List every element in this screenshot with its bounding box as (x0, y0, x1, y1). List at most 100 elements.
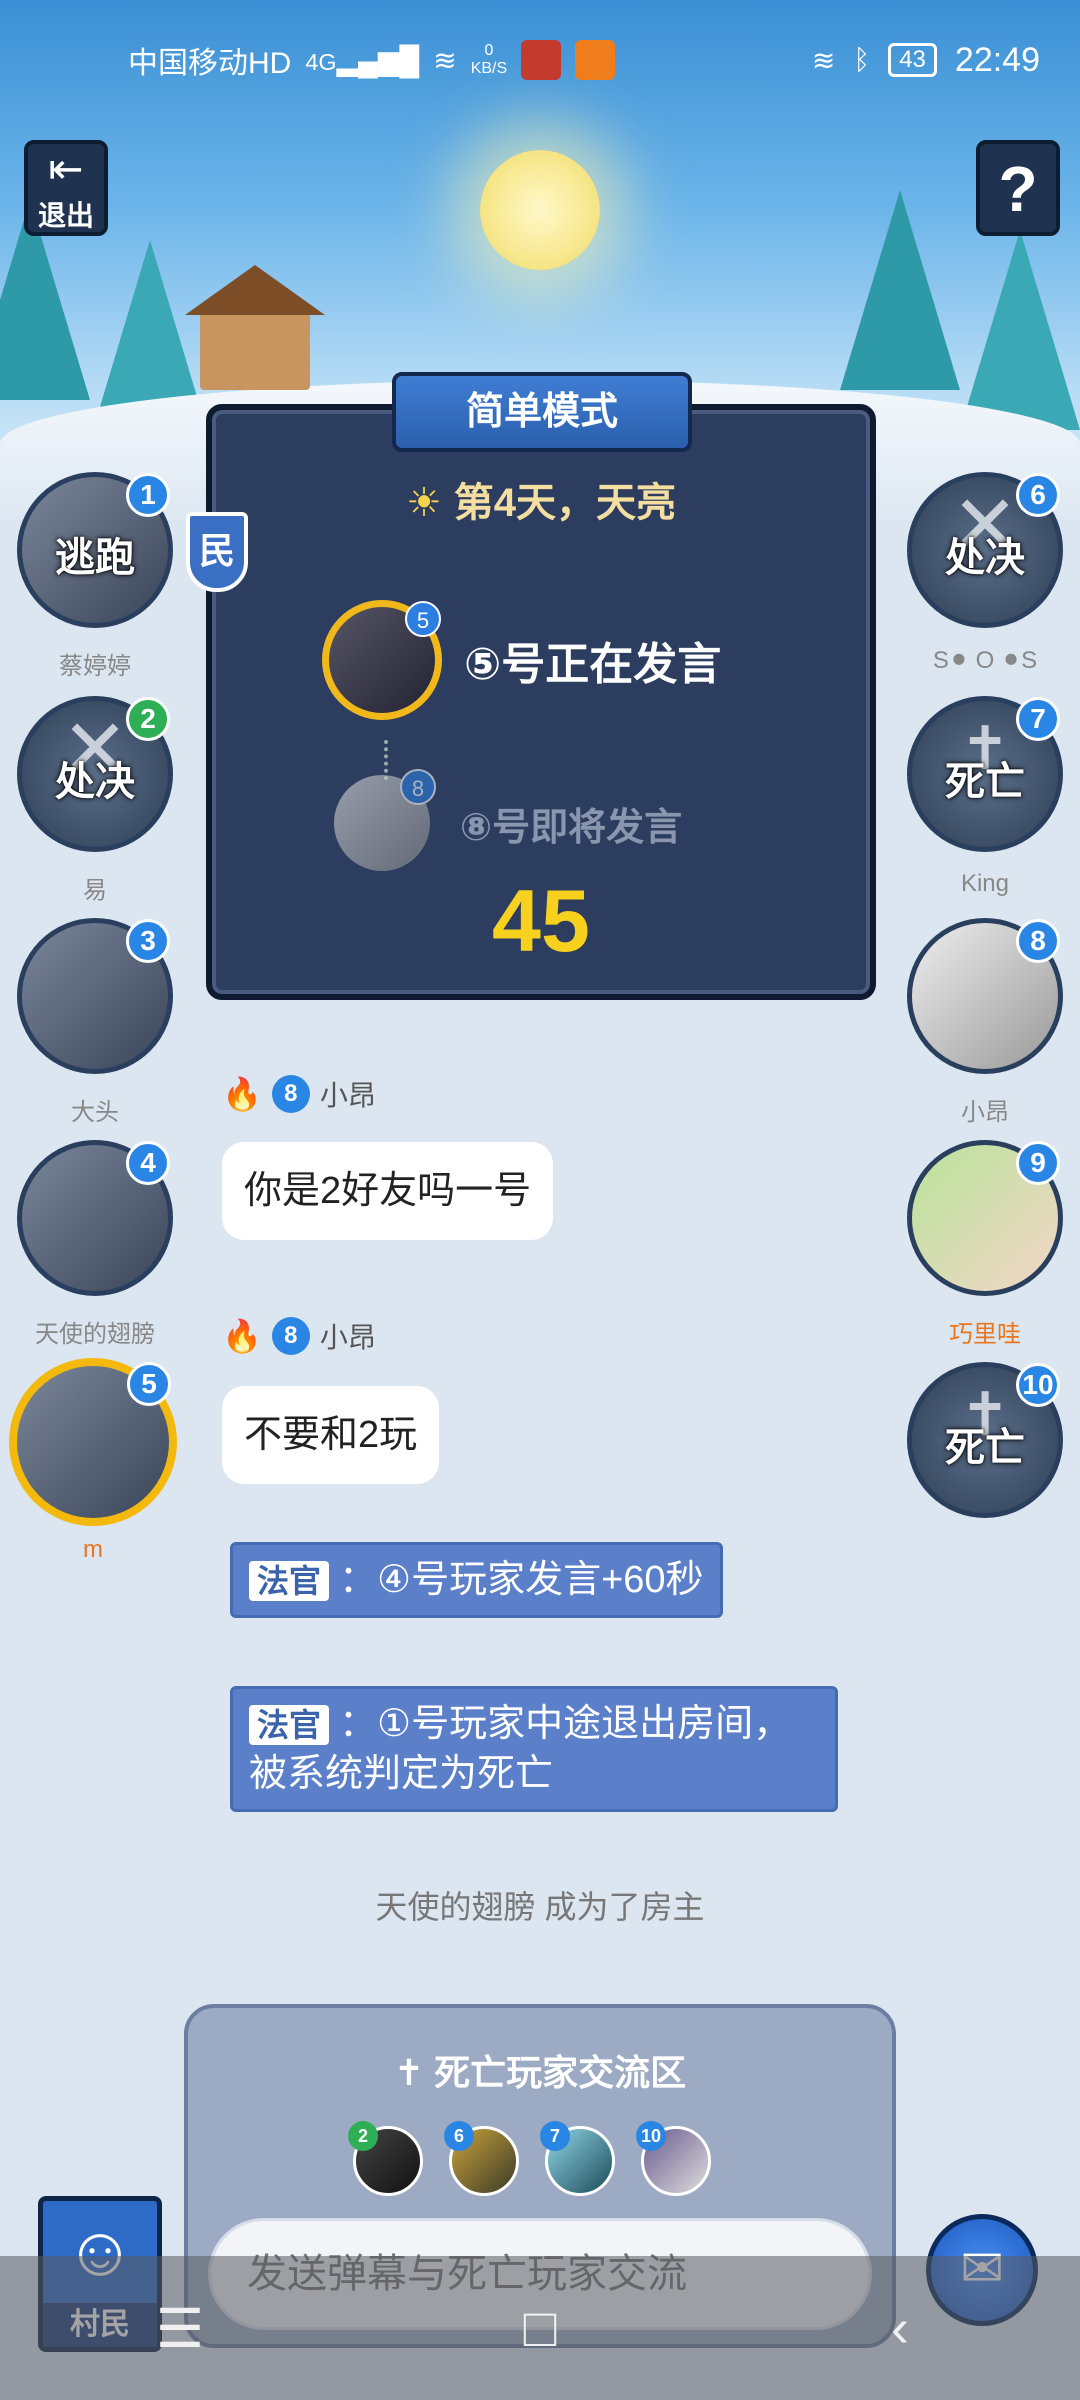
judge-message: 法官 ：①号玩家中途退出房间，被系统判定为死亡 (230, 1686, 838, 1812)
player-number-badge: 8 (271, 1317, 310, 1355)
day-indicator: ☀ 第4天，天亮 (405, 481, 677, 525)
avatar[interactable]: 3 (17, 918, 173, 1074)
avatar[interactable]: 2 (348, 2121, 423, 2196)
avatar[interactable]: 逃跑 1 (17, 472, 173, 628)
help-icon: ? (998, 153, 1038, 225)
avatar[interactable]: 5 (9, 1358, 177, 1526)
exit-label: 退出 (37, 200, 94, 231)
fire-icon: 🔥 (222, 1076, 262, 1112)
role-badge: 民 (186, 512, 248, 592)
speaker-avatar: 5 (322, 600, 442, 720)
player-seat-9[interactable]: 9 巧里哇 (900, 1140, 1070, 1348)
home-icon[interactable]: □ (480, 2297, 600, 2359)
player-number-badge: 7 (1016, 697, 1060, 741)
back-icon[interactable]: ‹ (840, 2297, 960, 2359)
clock: 22:49 (954, 40, 1040, 79)
player-status: 处决 (945, 536, 1025, 580)
avatar[interactable]: 9 (907, 1140, 1063, 1296)
chat-bubble: 你是2好友吗一号 (222, 1142, 554, 1240)
player-seat-8[interactable]: 8 小昂 (900, 918, 1070, 1126)
judge-tag: 法官 (249, 1561, 330, 1601)
player-seat-1[interactable]: 逃跑 1 蔡婷婷 (10, 472, 180, 680)
player-status: 逃跑 (55, 536, 135, 580)
help-button[interactable]: ? (976, 140, 1060, 236)
judge-message: 法官 ：④号玩家发言+60秒 (230, 1542, 723, 1618)
player-number-badge: 2 (126, 697, 170, 741)
player-number-badge: 10 (1016, 1363, 1060, 1407)
player-number-badge: 8 (1016, 919, 1060, 963)
tree-decoration (840, 190, 960, 390)
player-number-badge: 6 (1016, 473, 1060, 517)
player-number-badge: 5 (405, 601, 441, 637)
game-panel: ☀ 第4天，天亮 5 ⑤号正在发言 8 ⑧号即将发言 45 (206, 404, 876, 1000)
signal-icon: 4G▂▄▆█ (305, 44, 420, 76)
player-status: 死亡 (945, 1426, 1025, 1470)
sun-icon: ☀ (405, 481, 442, 525)
chat-sender: 🔥 8 小昂 (222, 1316, 376, 1356)
next-speaker-avatar: 8 (334, 769, 436, 871)
avatar[interactable]: 4 (17, 1140, 173, 1296)
divider (384, 740, 388, 780)
dead-area-title: ✝ 死亡玩家交流区 (393, 2052, 687, 2093)
dead-avatar-list: 2 6 7 10 (348, 2121, 711, 2196)
avatar[interactable]: 10 (636, 2121, 711, 2196)
player-seat-4[interactable]: 4 天使的翅膀 (10, 1140, 180, 1348)
player-name: 易 (83, 877, 107, 904)
player-seat-2[interactable]: ✕ 处决 2 易 (10, 696, 180, 904)
player-number-badge: 1 (126, 473, 170, 517)
mode-banner: 简单模式 (392, 372, 692, 452)
network-speed: 0 KB/S (470, 42, 508, 77)
system-message: 天使的翅膀 成为了房主 (375, 1889, 705, 1925)
fire-icon: 🔥 (222, 1318, 262, 1354)
bluetooth-icon: ᛒ (853, 44, 871, 75)
player-number-badge: 9 (1016, 1141, 1060, 1185)
player-status: 处决 (55, 760, 135, 804)
player-name: m (83, 1536, 103, 1563)
avatar[interactable]: ✕ 处决 6 (907, 472, 1063, 628)
sender-name: 小昂 (319, 1080, 376, 1111)
exit-button[interactable]: ⇤ 退出 (24, 140, 108, 236)
app-notification-icon (575, 40, 616, 80)
hut-icon (185, 265, 325, 390)
player-seat-10[interactable]: ✝ 死亡 10 (900, 1362, 1070, 1564)
next-speaker-text: ⑧号即将发言 (460, 806, 683, 849)
player-name: 小昂 (961, 1099, 1009, 1126)
sender-name: 小昂 (319, 1322, 376, 1353)
carrier-label: 中国移动HD (128, 47, 292, 80)
player-number-badge: 8 (400, 769, 436, 805)
sun-icon (480, 150, 600, 270)
wifi-icon: ≋ (433, 44, 457, 76)
avatar[interactable]: 7 (540, 2121, 615, 2196)
tombstone-icon: ✝ (393, 2052, 435, 2093)
avatar[interactable]: ✝ 死亡 10 (907, 1362, 1063, 1518)
player-number-badge: 4 (126, 1141, 170, 1185)
avatar[interactable]: ✝ 死亡 7 (907, 696, 1063, 852)
menu-icon[interactable]: ☰ (120, 2297, 240, 2360)
avatar[interactable]: 8 (907, 918, 1063, 1074)
player-number-badge: 3 (126, 919, 170, 963)
player-number-badge: 5 (127, 1362, 171, 1406)
app-notification-icon (521, 40, 562, 80)
current-speaker: 5 ⑤号正在发言 (322, 600, 721, 720)
player-seat-6[interactable]: ✕ 处决 6 S⚫ O ⚫S (900, 472, 1070, 674)
exit-icon: ⇤ (48, 145, 84, 192)
chat-sender: 🔥 8 小昂 (222, 1074, 376, 1114)
avatar[interactable]: ✕ 处决 2 (17, 696, 173, 852)
player-name: 大头 (71, 1099, 119, 1126)
player-seat-5[interactable]: 5 m (8, 1358, 178, 1564)
navigation-bar: ☰ □ ‹ (0, 2256, 1080, 2400)
status-bar: 中国移动HD 4G▂▄▆█ ≋ 0 KB/S ≋ ᛒ 43 22:49 (0, 0, 1080, 120)
battery-icon: 43 (888, 43, 937, 77)
player-number-badge: 8 (271, 1075, 310, 1113)
tree-decoration (960, 230, 1080, 430)
player-seat-7[interactable]: ✝ 死亡 7 King (900, 696, 1070, 898)
player-name: 天使的翅膀 (35, 1321, 155, 1348)
avatar[interactable]: 6 (444, 2121, 519, 2196)
player-name (900, 1536, 1070, 1564)
chat-bubble: 不要和2玩 (222, 1386, 440, 1484)
player-name: King (960, 870, 1010, 897)
player-seat-3[interactable]: 3 大头 (10, 918, 180, 1126)
next-speaker: 8 ⑧号即将发言 (334, 769, 683, 871)
wifi-icon: ≋ (811, 44, 836, 76)
judge-tag: 法官 (249, 1705, 330, 1745)
